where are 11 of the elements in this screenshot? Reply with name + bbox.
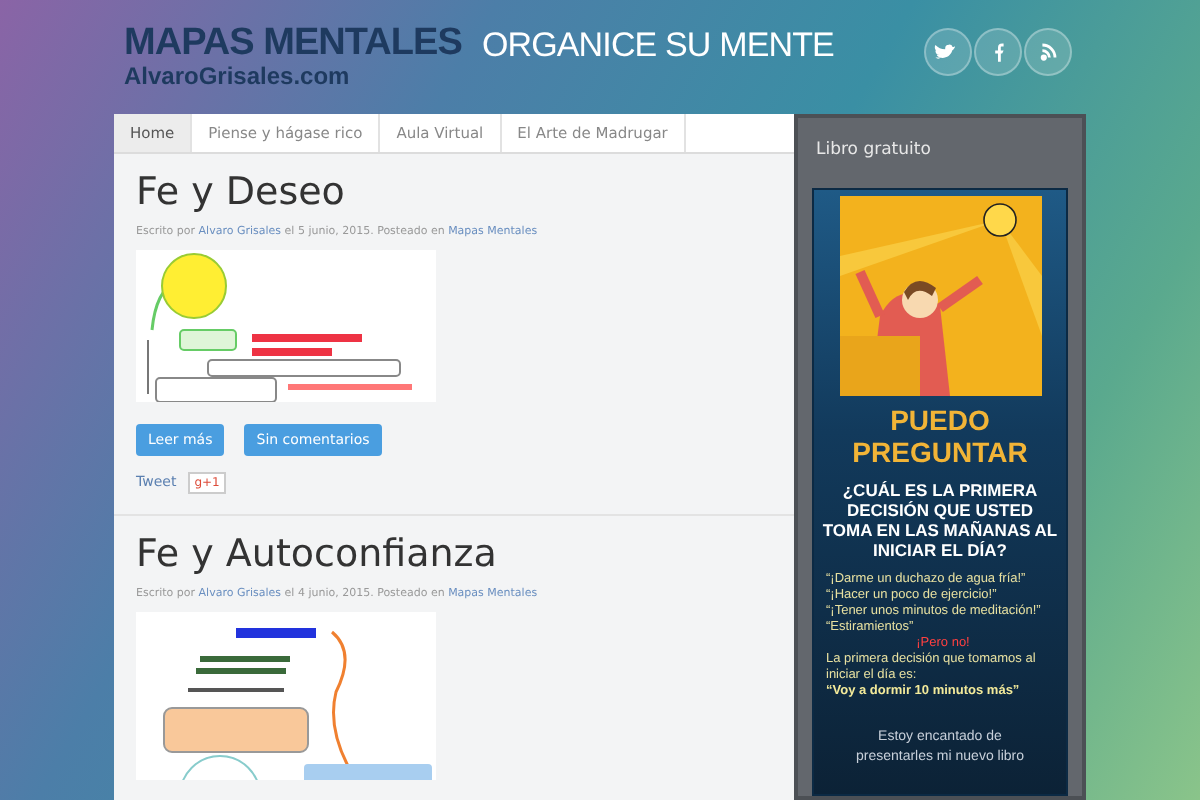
banner-question: ¿CUÁL ES LA PRIMERA DECISIÓN QUE USTED TOMA EN LAS MAÑANAS AL INICIAR EL DÍA? <box>820 479 1060 560</box>
post-title[interactable]: Fe y Autoconfianza <box>136 532 772 580</box>
social-button[interactable] <box>974 28 1022 76</box>
sidebar-title: Libro gratuito <box>814 138 933 164</box>
social-button[interactable] <box>924 28 972 76</box>
logo-subtitle: AlvaroGrisales.com <box>124 64 352 88</box>
tagline: ORGANICE SU MENTE <box>481 28 834 62</box>
banner-headline: PUEDO PREGUNTAR <box>850 403 1030 468</box>
social-button[interactable] <box>1024 28 1072 76</box>
logo-title: MAPAS MENTALES <box>124 24 462 62</box>
post-title[interactable]: Fe y Deseo <box>136 170 772 218</box>
